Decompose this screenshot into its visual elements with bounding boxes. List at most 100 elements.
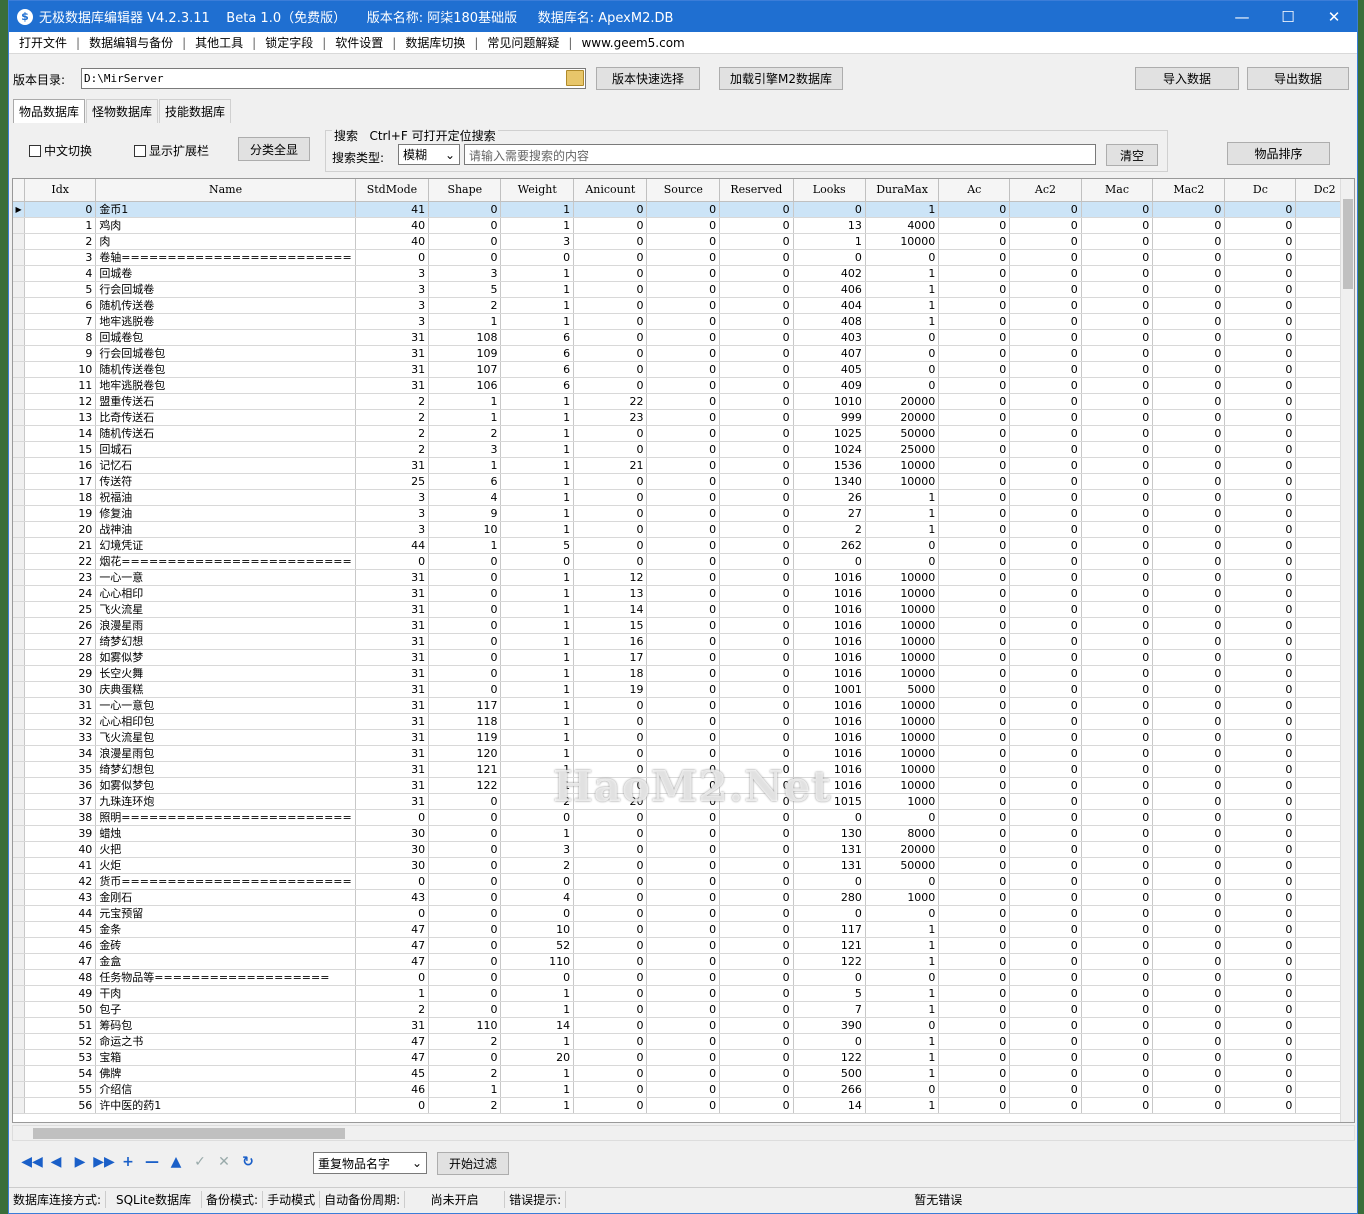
cell-ac[interactable]: 0 [938, 297, 1011, 314]
cell-shape[interactable]: 0 [428, 585, 502, 602]
cell-looks[interactable]: 0 [793, 873, 866, 890]
cell-ac[interactable]: 0 [938, 489, 1011, 506]
cell-duramax[interactable]: 1 [865, 265, 940, 282]
cell-dc[interactable]: 0 [1224, 1065, 1297, 1082]
cell-idx[interactable]: 31 [24, 697, 97, 714]
cell-looks[interactable]: 1536 [793, 457, 866, 474]
cell-duramax[interactable]: 1 [865, 937, 940, 954]
cell-reserved[interactable]: 0 [719, 601, 794, 618]
cell-stdmode[interactable]: 31 [355, 361, 430, 378]
cell-idx[interactable]: 34 [24, 745, 97, 762]
cell-duramax[interactable]: 0 [865, 809, 940, 826]
row-indicator[interactable] [13, 617, 26, 634]
row-indicator[interactable] [13, 953, 26, 970]
cell-reserved[interactable]: 0 [719, 249, 794, 266]
cell-source[interactable]: 0 [646, 233, 721, 250]
table-row[interactable]: 39 蜡烛 30 0 1 0 0 0 130 8000 0 0 0 0 0 [13, 825, 1354, 842]
cell-name[interactable]: 飞火流星包 [95, 729, 356, 746]
row-indicator[interactable] [13, 473, 26, 490]
column-header-idx[interactable]: Idx [24, 179, 97, 202]
row-indicator[interactable] [13, 489, 26, 506]
cell-reserved[interactable]: 0 [719, 201, 794, 218]
cell-reserved[interactable]: 0 [719, 473, 794, 490]
cell-stdmode[interactable]: 43 [355, 889, 430, 906]
cell-source[interactable]: 0 [646, 489, 721, 506]
cell-name[interactable]: 卷轴========================= [95, 249, 356, 266]
cell-shape[interactable]: 1 [428, 1081, 502, 1098]
table-row[interactable]: 28 如雾似梦 31 0 1 17 0 0 1016 10000 0 0 0 0 0 [13, 649, 1354, 666]
row-indicator[interactable] [13, 249, 26, 266]
row-indicator[interactable] [13, 1017, 26, 1034]
cell-mac[interactable]: 0 [1081, 761, 1154, 778]
cell-anicount[interactable]: 19 [573, 681, 648, 698]
row-indicator[interactable] [13, 1065, 26, 1082]
cell-shape[interactable]: 6 [428, 473, 502, 490]
row-indicator[interactable] [13, 313, 26, 330]
cell-shape[interactable]: 0 [428, 921, 502, 938]
cell-duramax[interactable]: 0 [865, 905, 940, 922]
cell-reserved[interactable]: 0 [719, 825, 794, 842]
table-row[interactable]: 31 一心一意包 31 117 1 0 0 0 1016 10000 0 0 0 0 0 [13, 697, 1354, 714]
cell-reserved[interactable]: 0 [719, 233, 794, 250]
cell-ac2[interactable]: 0 [1009, 473, 1082, 490]
cell-name[interactable]: 肉 [95, 233, 356, 250]
cell-ac2[interactable]: 0 [1009, 649, 1082, 666]
row-indicator[interactable] [13, 233, 26, 250]
cell-weight[interactable]: 0 [500, 249, 575, 266]
cell-anicount[interactable]: 0 [573, 1033, 648, 1050]
cell-dc[interactable]: 0 [1224, 825, 1297, 842]
cell-source[interactable]: 0 [646, 361, 721, 378]
cell-idx[interactable]: 51 [24, 1017, 97, 1034]
cell-idx[interactable]: 0 [24, 201, 97, 218]
table-row[interactable]: 26 浪漫星雨 31 0 1 15 0 0 1016 10000 0 0 0 0 0 [13, 617, 1354, 634]
cell-source[interactable]: 0 [646, 457, 721, 474]
cell-anicount[interactable]: 0 [573, 537, 648, 554]
column-header-ac2[interactable]: Ac2 [1009, 179, 1082, 202]
cell-dc[interactable]: 0 [1224, 953, 1297, 970]
cell-mac2[interactable]: 0 [1152, 617, 1226, 634]
delete-record-icon[interactable]: — [141, 1151, 163, 1173]
cell-name[interactable]: 蜡烛 [95, 825, 356, 842]
cell-shape[interactable]: 0 [428, 233, 502, 250]
cell-name[interactable]: 回城卷 [95, 265, 356, 282]
cell-reserved[interactable]: 0 [719, 921, 794, 938]
row-indicator[interactable] [13, 745, 26, 762]
cell-shape[interactable]: 2 [428, 1033, 502, 1050]
export-button[interactable]: 导出数据 [1247, 67, 1349, 90]
row-indicator[interactable] [13, 1033, 26, 1050]
cell-looks[interactable]: 403 [793, 329, 866, 346]
cell-anicount[interactable]: 0 [573, 249, 648, 266]
cell-looks[interactable]: 122 [793, 1049, 866, 1066]
cell-anicount[interactable]: 0 [573, 825, 648, 842]
cell-looks[interactable]: 1016 [793, 777, 866, 794]
cell-looks[interactable]: 407 [793, 345, 866, 362]
cell-weight[interactable]: 1 [500, 665, 575, 682]
cell-mac2[interactable]: 0 [1152, 1049, 1226, 1066]
minimize-button[interactable]: — [1219, 1, 1265, 32]
cell-shape[interactable]: 108 [428, 329, 502, 346]
cell-anicount[interactable]: 0 [573, 841, 648, 858]
cell-shape[interactable]: 0 [428, 793, 502, 810]
cell-duramax[interactable]: 0 [865, 537, 940, 554]
cell-weight[interactable]: 6 [500, 377, 575, 394]
cell-stdmode[interactable]: 40 [355, 217, 430, 234]
cell-shape[interactable]: 4 [428, 489, 502, 506]
cell-idx[interactable]: 21 [24, 537, 97, 554]
cell-duramax[interactable]: 0 [865, 873, 940, 890]
cell-anicount[interactable]: 0 [573, 553, 648, 570]
row-indicator[interactable] [13, 1049, 26, 1066]
cell-anicount[interactable]: 0 [573, 265, 648, 282]
cell-name[interactable]: 随机传送石 [95, 425, 356, 442]
cell-stdmode[interactable]: 31 [355, 665, 430, 682]
row-indicator[interactable] [13, 297, 26, 314]
cell-source[interactable]: 0 [646, 217, 721, 234]
cell-looks[interactable]: 5 [793, 985, 866, 1002]
cell-idx[interactable]: 13 [24, 409, 97, 426]
cell-reserved[interactable]: 0 [719, 649, 794, 666]
cell-weight[interactable]: 1 [500, 777, 575, 794]
cell-mac2[interactable]: 0 [1152, 809, 1226, 826]
cell-ac[interactable]: 0 [938, 393, 1011, 410]
start-filter-button[interactable]: 开始过滤 [437, 1152, 509, 1175]
row-indicator[interactable] [13, 937, 26, 954]
cell-looks[interactable]: 122 [793, 953, 866, 970]
